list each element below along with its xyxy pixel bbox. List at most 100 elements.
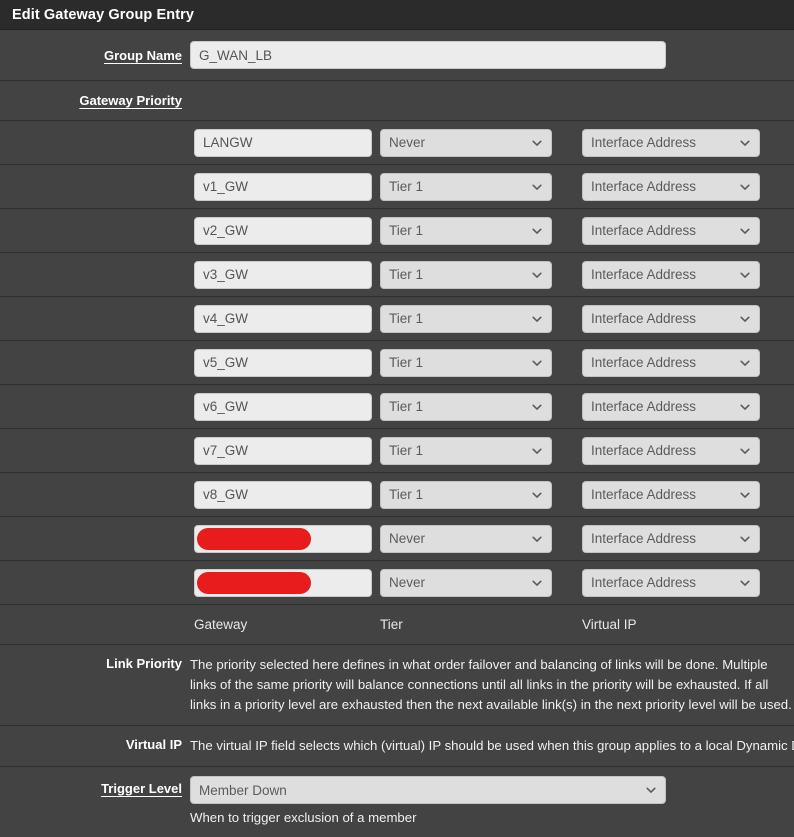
gateway-virtual-ip-select[interactable]: Interface Address <box>582 568 760 597</box>
gateway-tier-value: Never <box>389 531 426 546</box>
gateway-tier-select[interactable]: Tier 1 <box>380 216 552 245</box>
gateway-priority-label-cell: Gateway Priority <box>0 93 190 108</box>
gateway-row-fields: Tier 1 Interface Address <box>190 480 794 509</box>
gateway-row: Tier 1 Interface Address <box>0 473 794 517</box>
chevron-down-icon <box>740 140 750 146</box>
gateway-tier-value: Tier 1 <box>389 399 424 414</box>
gateway-name-input[interactable] <box>194 216 372 245</box>
gateway-virtual-ip-value: Interface Address <box>591 443 697 458</box>
gateway-tier-value: Tier 1 <box>389 443 424 458</box>
gateway-name-redacted[interactable] <box>194 524 372 553</box>
gateway-virtual-ip-select[interactable]: Interface Address <box>582 480 760 509</box>
virtual-ip-label: Virtual IP <box>125 737 182 752</box>
gateway-tier-select[interactable]: Never <box>380 524 552 553</box>
gateway-virtual-ip-select[interactable]: Interface Address <box>582 524 760 553</box>
gateway-name-input[interactable] <box>194 436 372 465</box>
gateway-tier-select[interactable]: Never <box>380 568 552 597</box>
gateway-virtual-ip-cell: Interface Address <box>582 392 782 421</box>
group-name-row: Group Name <box>0 30 794 81</box>
gateway-virtual-ip-value: Interface Address <box>591 267 697 282</box>
gateway-virtual-ip-select[interactable]: Interface Address <box>582 216 760 245</box>
edit-gateway-group-panel: Edit Gateway Group Entry Group Name Gate… <box>0 0 794 837</box>
trigger-level-stack: Member Down When to trigger exclusion of… <box>190 776 666 825</box>
link-priority-help-row: Link Priority The priority selected here… <box>0 645 794 726</box>
gateway-virtual-ip-select[interactable]: Interface Address <box>582 436 760 465</box>
gateway-tier-cell: Never <box>380 128 582 157</box>
gateway-name-input[interactable] <box>194 392 372 421</box>
link-priority-text-cell: The priority selected here defines in wh… <box>190 655 794 715</box>
gateway-tier-cell: Never <box>380 568 582 597</box>
gateway-tier-select[interactable]: Tier 1 <box>380 304 552 333</box>
gateway-row: Tier 1 Interface Address <box>0 209 794 253</box>
trigger-level-note: When to trigger exclusion of a member <box>190 810 417 825</box>
gateway-tier-value: Tier 1 <box>389 267 424 282</box>
group-name-input[interactable] <box>190 41 666 69</box>
virtual-ip-help-text: The virtual IP field selects which (virt… <box>190 738 794 753</box>
gateway-tier-cell: Tier 1 <box>380 436 582 465</box>
gateway-virtual-ip-value: Interface Address <box>591 311 697 326</box>
window-titlebar: Edit Gateway Group Entry <box>0 0 794 30</box>
gateway-row: Never Interface Address <box>0 561 794 605</box>
gateway-virtual-ip-select[interactable]: Interface Address <box>582 172 760 201</box>
gateway-tier-select[interactable]: Tier 1 <box>380 392 552 421</box>
gateway-virtual-ip-cell: Interface Address <box>582 480 782 509</box>
gateway-tier-value: Tier 1 <box>389 179 424 194</box>
chevron-down-icon <box>740 272 750 278</box>
gateway-name-input[interactable] <box>194 260 372 289</box>
gateway-name-cell <box>190 480 380 509</box>
gateway-virtual-ip-cell: Interface Address <box>582 436 782 465</box>
trigger-level-select[interactable]: Member Down <box>190 776 666 804</box>
gateway-row-fields: Never Interface Address <box>190 568 794 597</box>
gateway-name-input[interactable] <box>194 480 372 509</box>
chevron-down-icon <box>740 316 750 322</box>
trigger-level-field-cell: Member Down When to trigger exclusion of… <box>190 776 794 825</box>
column-header-gateway: Gateway <box>194 617 248 632</box>
chevron-down-icon <box>740 492 750 498</box>
gateway-tier-select[interactable]: Tier 1 <box>380 436 552 465</box>
gateway-name-cell <box>190 436 380 465</box>
gateway-tier-cell: Tier 1 <box>380 216 582 245</box>
gateway-row: Never Interface Address <box>0 517 794 561</box>
chevron-down-icon <box>646 787 656 793</box>
chevron-down-icon <box>740 536 750 542</box>
gateway-row: Tier 1 Interface Address <box>0 385 794 429</box>
virtual-ip-label-cell: Virtual IP <box>0 736 190 752</box>
gateway-name-input[interactable] <box>194 128 372 157</box>
column-header-virtual-ip: Virtual IP <box>582 617 637 632</box>
gateway-tier-value: Tier 1 <box>389 311 424 326</box>
gateway-tier-select[interactable]: Tier 1 <box>380 172 552 201</box>
chevron-down-icon <box>532 184 542 190</box>
gateway-tier-select[interactable]: Tier 1 <box>380 260 552 289</box>
gateway-virtual-ip-cell: Interface Address <box>582 172 782 201</box>
gateway-virtual-ip-select[interactable]: Interface Address <box>582 128 760 157</box>
chevron-down-icon <box>740 228 750 234</box>
virtual-ip-help-row: Virtual IP The virtual IP field selects … <box>0 726 794 767</box>
gateway-tier-select[interactable]: Tier 1 <box>380 480 552 509</box>
gateway-row: Tier 1 Interface Address <box>0 165 794 209</box>
gateway-virtual-ip-cell: Interface Address <box>582 216 782 245</box>
gateway-tier-cell: Never <box>380 524 582 553</box>
gateway-tier-value: Never <box>389 575 426 590</box>
gateway-name-cell <box>190 524 380 553</box>
gateway-virtual-ip-select[interactable]: Interface Address <box>582 304 760 333</box>
gateway-row-fields: Never Interface Address <box>190 128 794 157</box>
gateway-name-input[interactable] <box>194 172 372 201</box>
gateway-virtual-ip-select[interactable]: Interface Address <box>582 392 760 421</box>
gateway-virtual-ip-cell: Interface Address <box>582 128 782 157</box>
gateway-row: Tier 1 Interface Address <box>0 341 794 385</box>
gateway-tier-select[interactable]: Tier 1 <box>380 348 552 377</box>
gateway-name-input[interactable] <box>194 348 372 377</box>
gateway-tier-select[interactable]: Never <box>380 128 552 157</box>
chevron-down-icon <box>532 140 542 146</box>
chevron-down-icon <box>532 448 542 454</box>
gateway-row-fields: Tier 1 Interface Address <box>190 260 794 289</box>
chevron-down-icon <box>532 404 542 410</box>
gateway-virtual-ip-select[interactable]: Interface Address <box>582 260 760 289</box>
gateway-virtual-ip-select[interactable]: Interface Address <box>582 348 760 377</box>
gateway-name-cell <box>190 128 380 157</box>
gateway-name-cell <box>190 568 380 597</box>
chevron-down-icon <box>532 580 542 586</box>
chevron-down-icon <box>532 492 542 498</box>
gateway-name-redacted[interactable] <box>194 568 372 597</box>
gateway-name-input[interactable] <box>194 304 372 333</box>
